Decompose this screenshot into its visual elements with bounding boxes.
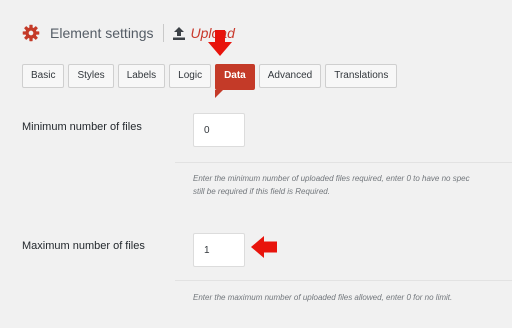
gear-icon	[22, 24, 40, 42]
page-title: Element settings	[50, 25, 154, 41]
tab-advanced[interactable]: Advanced	[258, 64, 322, 88]
min-files-help-line2: still be required if this field is Requi…	[193, 187, 330, 196]
max-files-label: Maximum number of files	[22, 240, 145, 252]
arrow-left-icon	[251, 236, 277, 258]
max-files-input[interactable]	[193, 233, 245, 267]
tab-styles[interactable]: Styles	[68, 64, 114, 88]
tab-logic[interactable]: Logic	[169, 64, 212, 88]
tab-data[interactable]: Data	[215, 64, 255, 98]
settings-tabs: Basic Styles Labels Logic Data Advanced …	[22, 64, 401, 98]
field-divider	[175, 280, 512, 281]
min-files-input[interactable]	[193, 113, 245, 147]
settings-header: Element settings Upload	[22, 22, 235, 44]
min-files-label: Minimum number of files	[22, 121, 142, 133]
arrow-down-icon	[208, 30, 232, 56]
max-files-help: Enter the maximum number of uploaded fil…	[193, 293, 453, 302]
header-divider	[162, 24, 164, 42]
min-files-help-line1: Enter the minimum number of uploaded fil…	[193, 174, 470, 183]
tab-basic[interactable]: Basic	[22, 64, 65, 88]
upload-icon	[172, 26, 185, 40]
tab-labels[interactable]: Labels	[117, 64, 166, 88]
tab-translations[interactable]: Translations	[325, 64, 398, 88]
field-divider	[175, 162, 512, 163]
